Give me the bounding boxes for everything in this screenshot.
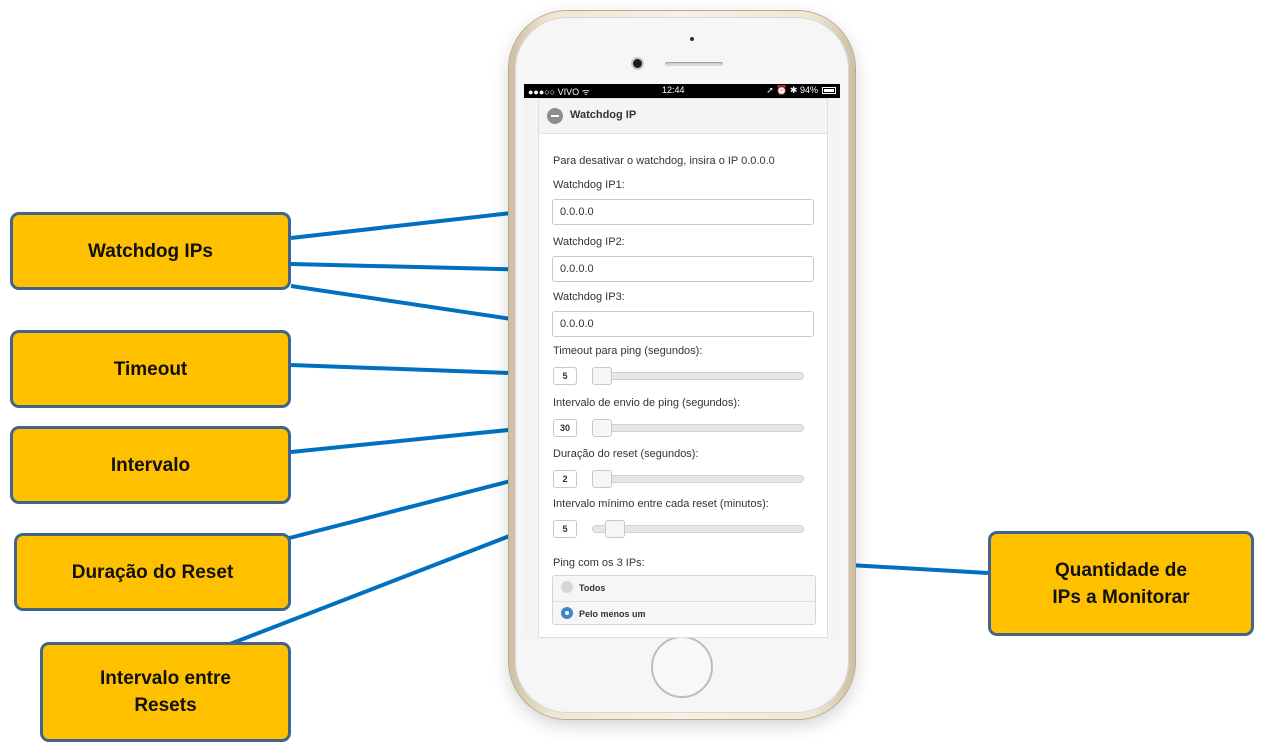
callout-intervalo-text: Intervalo bbox=[110, 454, 191, 476]
watchdog-ip1-input[interactable]: 0.0.0.0 bbox=[552, 199, 814, 225]
arrow-watchdog-ip2 bbox=[290, 264, 538, 270]
radio-todos-label: Todos bbox=[579, 583, 606, 593]
callout-intervalo-resets-line1: Intervalo entre bbox=[100, 668, 231, 689]
arrow-watchdog-ip1 bbox=[290, 210, 538, 240]
front-camera bbox=[633, 59, 642, 68]
intervalo-value[interactable]: 30 bbox=[553, 419, 577, 437]
duracao-reset-slider[interactable]: 2 bbox=[552, 468, 814, 490]
earpiece-speaker bbox=[665, 62, 723, 66]
watchdog-ip2-input[interactable]: 0.0.0.0 bbox=[552, 256, 814, 282]
duracao-reset-value[interactable]: 2 bbox=[553, 470, 577, 488]
panel-header[interactable]: Watchdog IP bbox=[539, 99, 827, 134]
watchdog-ip1-label: Watchdog IP1: bbox=[553, 179, 625, 191]
slider-handle[interactable] bbox=[605, 520, 625, 538]
battery-icon bbox=[822, 87, 836, 94]
callout-quantidade-line1: Quantidade de bbox=[1055, 559, 1187, 581]
callout-intervalo-resets-line2: Resets bbox=[134, 695, 197, 716]
watchdog-panel: Watchdog IP Para desativar o watchdog, i… bbox=[538, 98, 828, 638]
intervalo-slider[interactable]: 30 bbox=[552, 417, 814, 439]
status-time: 12:44 bbox=[662, 85, 685, 95]
callout-intervalo-resets: Intervalo entre Resets bbox=[40, 642, 291, 742]
arrow-intervalo bbox=[290, 427, 538, 454]
radio-todos[interactable]: Todos bbox=[553, 576, 815, 600]
intervalo-reset-value[interactable]: 5 bbox=[553, 520, 577, 538]
slider-handle[interactable] bbox=[592, 419, 612, 437]
callout-watchdog-ips-text: Watchdog IPs bbox=[88, 240, 213, 262]
sensor-dot bbox=[690, 37, 694, 41]
radio-unchecked-icon[interactable] bbox=[561, 581, 573, 593]
intervalo-reset-label: Intervalo mínimo entre cada reset (minut… bbox=[553, 498, 769, 510]
callout-intervalo: Intervalo bbox=[10, 426, 291, 504]
slider-track[interactable] bbox=[592, 520, 804, 538]
arrow-duracao-reset bbox=[269, 474, 538, 545]
collapse-icon[interactable] bbox=[547, 108, 563, 124]
phone-screen: ●●●○○ VIVO ᯤ 12:44 ➚ ⏰ ✱ 94% Watchdog IP… bbox=[524, 84, 840, 638]
slider-track[interactable] bbox=[592, 367, 804, 385]
status-bar: ●●●○○ VIVO ᯤ 12:44 ➚ ⏰ ✱ 94% bbox=[524, 84, 840, 98]
slider-track[interactable] bbox=[592, 419, 804, 437]
timeout-slider[interactable]: 5 bbox=[552, 365, 814, 387]
watchdog-ip2-label: Watchdog IP2: bbox=[553, 236, 625, 248]
callout-duracao-reset: Duração do Reset bbox=[14, 533, 291, 611]
slider-handle[interactable] bbox=[592, 470, 612, 488]
callout-timeout-text: Timeout bbox=[113, 358, 188, 380]
slider-track[interactable] bbox=[592, 470, 804, 488]
callout-quantidade-ips: Quantidade de IPs a Monitorar bbox=[988, 531, 1254, 636]
slider-handle[interactable] bbox=[592, 367, 612, 385]
callout-timeout: Timeout bbox=[10, 330, 291, 408]
arrow-watchdog-ip3 bbox=[290, 284, 538, 323]
watchdog-hint: Para desativar o watchdog, insira o IP 0… bbox=[553, 155, 775, 167]
callout-watchdog-ips: Watchdog IPs bbox=[10, 212, 291, 290]
home-button[interactable] bbox=[651, 636, 713, 698]
arrow-timeout bbox=[290, 363, 538, 374]
ping-mode-label: Ping com os 3 IPs: bbox=[553, 557, 645, 569]
callout-duracao-reset-text: Duração do Reset bbox=[71, 561, 234, 583]
radio-pelo-menos-um[interactable]: Pelo menos um bbox=[553, 601, 815, 626]
ping-mode-radio-group: Todos Pelo menos um bbox=[552, 575, 816, 625]
duracao-reset-label: Duração do reset (segundos): bbox=[553, 448, 699, 460]
radio-checked-icon[interactable] bbox=[561, 607, 573, 619]
watchdog-ip3-label: Watchdog IP3: bbox=[553, 291, 625, 303]
radio-pelo-menos-um-label: Pelo menos um bbox=[579, 609, 646, 619]
intervalo-reset-slider[interactable]: 5 bbox=[552, 518, 814, 540]
intervalo-label: Intervalo de envio de ping (segundos): bbox=[553, 397, 741, 409]
panel-title: Watchdog IP bbox=[570, 109, 637, 121]
timeout-value[interactable]: 5 bbox=[553, 367, 577, 385]
watchdog-ip3-input[interactable]: 0.0.0.0 bbox=[552, 311, 814, 337]
callout-quantidade-line2: IPs a Monitorar bbox=[1052, 586, 1190, 608]
carrier-signal: ●●●○○ VIVO ᯤ bbox=[528, 87, 590, 97]
timeout-label: Timeout para ping (segundos): bbox=[553, 345, 703, 357]
status-icons: ➚ ⏰ ✱ 94% bbox=[766, 85, 818, 95]
